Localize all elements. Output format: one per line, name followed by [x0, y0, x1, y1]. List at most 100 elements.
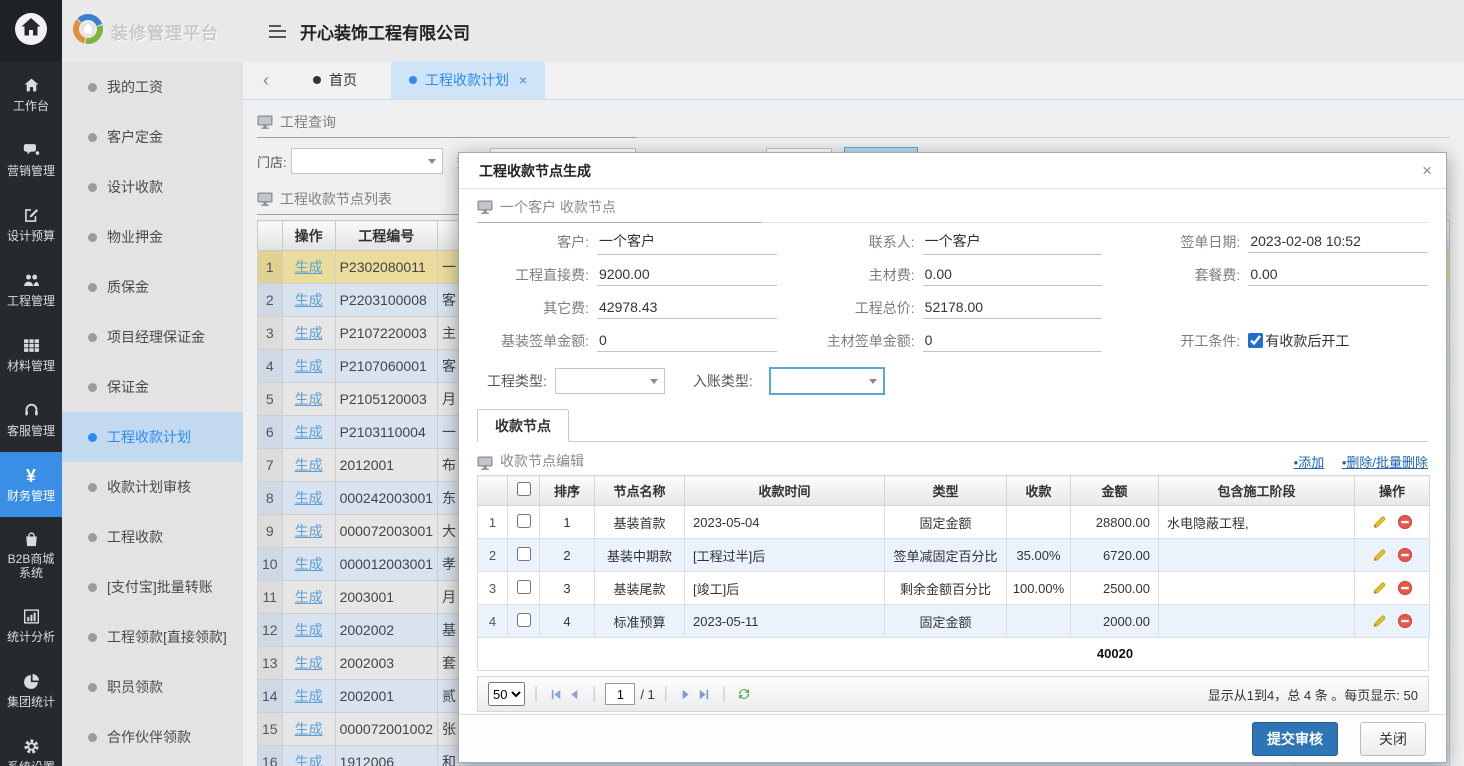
- generate-link[interactable]: 生成: [295, 523, 323, 539]
- delete-icon[interactable]: [1397, 547, 1413, 563]
- edit-icon[interactable]: [1371, 613, 1387, 629]
- generate-link[interactable]: 生成: [295, 358, 323, 374]
- generate-link[interactable]: 生成: [295, 391, 323, 407]
- generate-link[interactable]: 生成: [295, 721, 323, 737]
- checkbox-cell: [508, 506, 540, 539]
- generate-link[interactable]: 生成: [295, 655, 323, 671]
- sidebar-item[interactable]: 收款计划审核: [62, 462, 243, 512]
- pager-first-button[interactable]: [547, 685, 565, 703]
- add-link[interactable]: •添加: [1294, 455, 1325, 470]
- delete-icon[interactable]: [1397, 613, 1413, 629]
- action-cell: 生成: [282, 548, 335, 581]
- sidebar-item[interactable]: 我的工资: [62, 62, 243, 112]
- sidebar-item[interactable]: 工程领款[直接领款]: [62, 612, 243, 662]
- row-checkbox[interactable]: [517, 613, 531, 627]
- sidebar-item[interactable]: 职员领款: [62, 662, 243, 712]
- app-logo[interactable]: [0, 0, 62, 62]
- generate-link[interactable]: 生成: [295, 622, 323, 638]
- sidebar-item[interactable]: 合作伙伴领款: [62, 712, 243, 762]
- account-type-select[interactable]: [769, 367, 885, 395]
- rail-item-home[interactable]: 工作台: [0, 62, 62, 127]
- sidebar-item[interactable]: 质保金: [62, 262, 243, 312]
- project-type-select[interactable]: [555, 368, 665, 394]
- stage-cell: 水电隐蔽工程,: [1159, 506, 1355, 539]
- action-cell: 生成: [282, 449, 335, 482]
- generate-link[interactable]: 生成: [295, 556, 323, 572]
- edit-icon[interactable]: [1371, 514, 1387, 530]
- sidebar-item[interactable]: [支付宝]批量转账: [62, 562, 243, 612]
- generate-link[interactable]: 生成: [295, 688, 323, 704]
- rail-item-chart[interactable]: 统计分析: [0, 593, 62, 658]
- sidebar-item[interactable]: 客户定金: [62, 112, 243, 162]
- actions-cell: [1355, 539, 1430, 572]
- rail-item-grid[interactable]: 材料管理: [0, 322, 62, 387]
- app-rail: 工作台营销管理设计预算工程管理材料管理客服管理¥财务管理B2B商城系统统计分析集…: [0, 0, 62, 766]
- sidebar-item[interactable]: 工程收款计划: [62, 412, 243, 462]
- refresh-button[interactable]: [735, 685, 753, 703]
- select-all-checkbox[interactable]: [517, 482, 531, 496]
- tab-payment-nodes[interactable]: 收款节点: [477, 409, 569, 442]
- generate-link[interactable]: 生成: [295, 292, 323, 308]
- menu-toggle-icon[interactable]: [269, 25, 286, 38]
- generate-link[interactable]: 生成: [295, 325, 323, 341]
- page-input[interactable]: [605, 683, 635, 705]
- amount-cell: 2000.00: [1071, 605, 1159, 638]
- generate-link[interactable]: 生成: [295, 754, 323, 766]
- delete-icon[interactable]: [1397, 514, 1413, 530]
- delete-icon[interactable]: [1397, 580, 1413, 596]
- rail-item-users[interactable]: 工程管理: [0, 257, 62, 322]
- rail-item-yen[interactable]: ¥财务管理: [0, 452, 62, 517]
- stage-cell: [1159, 605, 1355, 638]
- sidebar-item-label: 客户定金: [107, 127, 163, 147]
- sidebar-item[interactable]: 工程收款: [62, 512, 243, 562]
- tab-payment-plan[interactable]: 工程收款计划 ×: [391, 61, 545, 99]
- generate-link[interactable]: 生成: [295, 589, 323, 605]
- row-number: 4: [258, 350, 283, 383]
- field: 主材费:0.00: [803, 258, 1103, 291]
- rail-item-edit[interactable]: 设计预算: [0, 192, 62, 257]
- row-checkbox[interactable]: [517, 514, 531, 528]
- row-number: 12: [258, 614, 283, 647]
- generate-link[interactable]: 生成: [295, 424, 323, 440]
- pager-prev-button[interactable]: [565, 685, 583, 703]
- tabs-back-chevron[interactable]: ‹: [253, 61, 279, 99]
- tab-close-icon[interactable]: ×: [519, 72, 527, 88]
- modal-close-icon[interactable]: ×: [1422, 162, 1432, 179]
- modal-title: 工程收款节点生成: [479, 161, 591, 181]
- sidebar-item[interactable]: 物业押金: [62, 212, 243, 262]
- sidebar-item-label: 收款计划审核: [107, 477, 191, 497]
- generate-link[interactable]: 生成: [295, 259, 323, 275]
- edit-icon[interactable]: [1371, 547, 1387, 563]
- generate-link[interactable]: 生成: [295, 457, 323, 473]
- field-label: 开工条件:: [1128, 331, 1240, 351]
- rail-item-chat[interactable]: 营销管理: [0, 127, 62, 192]
- edit-legend-row: 收款节点编辑 •添加 •删除/批量删除: [477, 451, 1428, 471]
- field-label: 基装签单金额:: [477, 331, 589, 351]
- sidebar-item[interactable]: 设计收款: [62, 162, 243, 212]
- rail-item-headset[interactable]: 客服管理: [0, 387, 62, 452]
- close-button[interactable]: 关闭: [1360, 722, 1426, 756]
- edit-icon[interactable]: [1371, 580, 1387, 596]
- tab-home[interactable]: 首页: [295, 61, 375, 99]
- delete-link[interactable]: •删除/批量删除: [1342, 455, 1428, 470]
- row-checkbox[interactable]: [517, 547, 531, 561]
- page-size-select[interactable]: 50: [488, 682, 525, 706]
- field-label: 签单日期:: [1128, 232, 1240, 252]
- modal-body: 一个客户 收款节点 客户:一个客户联系人:一个客户签单日期:2023-02-08…: [459, 189, 1446, 714]
- start-condition-checkbox[interactable]: [1248, 333, 1263, 348]
- bullet-icon: [88, 433, 97, 442]
- sidebar-item[interactable]: 保证金: [62, 362, 243, 412]
- generate-link[interactable]: 生成: [295, 490, 323, 506]
- rail-item-bag[interactable]: B2B商城系统: [0, 517, 62, 593]
- rail-item-gear[interactable]: 系统设置: [0, 723, 62, 766]
- row-checkbox[interactable]: [517, 580, 531, 594]
- pager-last-button[interactable]: [695, 685, 713, 703]
- time-cell: [竣工]后: [685, 572, 885, 605]
- sidebar-item-label: 工程收款: [107, 527, 163, 547]
- sidebar-item[interactable]: 项目经理保证金: [62, 312, 243, 362]
- submit-review-button[interactable]: 提交审核: [1252, 722, 1338, 756]
- store-select[interactable]: [291, 148, 443, 174]
- pager-next-button[interactable]: [677, 685, 695, 703]
- rail-item-pie[interactable]: 集团统计: [0, 658, 62, 723]
- bullet-icon: [88, 733, 97, 742]
